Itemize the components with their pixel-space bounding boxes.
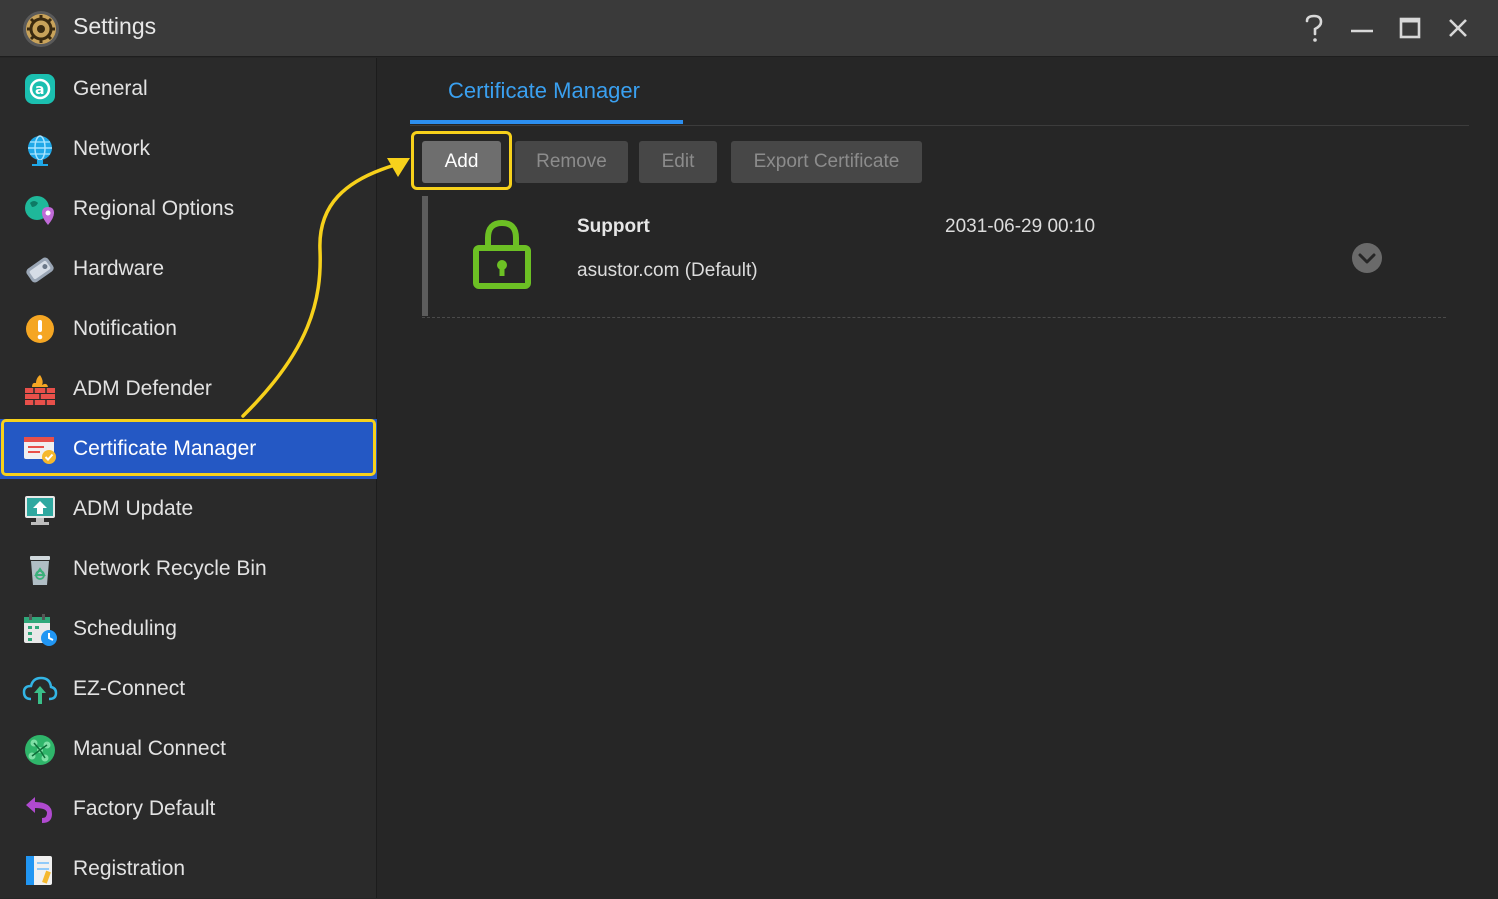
sidebar: a General Network Regional Options Hardw…: [0, 58, 377, 898]
edit-button[interactable]: Edit: [639, 141, 717, 183]
sidebar-item-regional-options[interactable]: Regional Options: [0, 179, 377, 239]
minimize-icon[interactable]: [1346, 12, 1378, 44]
sidebar-item-label: Registration: [73, 857, 186, 880]
undo-icon: [22, 793, 58, 827]
notification-icon: [22, 313, 58, 347]
update-icon: [22, 493, 58, 527]
calendar-icon: [22, 613, 58, 647]
add-button[interactable]: Add: [422, 141, 501, 183]
certificate-row[interactable]: Support asustor.com (Default) 2031-06-29…: [422, 196, 1446, 318]
settings-gear-icon: [22, 10, 60, 48]
sidebar-item-label: Manual Connect: [73, 737, 226, 760]
tab-certificate-manager[interactable]: Certificate Manager: [410, 58, 683, 124]
sidebar-item-certificate-manager[interactable]: Certificate Manager: [0, 419, 377, 479]
tab-divider: [410, 125, 1469, 126]
help-icon[interactable]: [1298, 12, 1330, 44]
sidebar-item-label: Regional Options: [73, 197, 235, 220]
sidebar-item-network-recycle-bin[interactable]: Network Recycle Bin: [0, 539, 377, 599]
cloud-icon: [22, 673, 58, 707]
window-title: Settings: [73, 13, 157, 39]
sidebar-item-adm-defender[interactable]: ADM Defender: [0, 359, 377, 419]
general-icon: a: [22, 73, 58, 107]
remove-button[interactable]: Remove: [515, 141, 628, 183]
sidebar-item-label: Certificate Manager: [73, 437, 257, 460]
export-certificate-button[interactable]: Export Certificate: [731, 141, 922, 183]
recycle-bin-icon: [22, 553, 58, 587]
sidebar-item-ez-connect[interactable]: EZ-Connect: [0, 659, 377, 719]
sidebar-item-label: Hardware: [73, 257, 165, 280]
sidebar-item-network[interactable]: Network: [0, 119, 377, 179]
tab-label: Certificate Manager: [448, 78, 640, 103]
sidebar-item-label: ADM Update: [73, 497, 194, 520]
sidebar-item-factory-default[interactable]: Factory Default: [0, 779, 377, 839]
sidebar-item-notification[interactable]: Notification: [0, 299, 377, 359]
sidebar-item-label: Scheduling: [73, 617, 177, 640]
certificate-name: Support: [577, 216, 650, 237]
regional-icon: [22, 193, 58, 227]
firewall-icon: [22, 373, 58, 407]
certificate-expiry: 2031-06-29 00:10: [945, 216, 1096, 237]
settings-window: Settings a General Network Regional Opti…: [0, 0, 1498, 898]
row-indicator: [422, 196, 428, 316]
chevron-down-icon[interactable]: [1351, 242, 1383, 274]
tab-active-indicator: [410, 120, 683, 124]
sidebar-item-label: ADM Defender: [73, 377, 212, 400]
sidebar-item-label: General: [73, 77, 148, 100]
registration-icon: [22, 853, 58, 887]
globe-icon: [22, 133, 58, 167]
connect-icon: [22, 733, 58, 767]
close-icon[interactable]: [1442, 12, 1474, 44]
sidebar-item-adm-update[interactable]: ADM Update: [0, 479, 377, 539]
certificate-domain: asustor.com (Default): [577, 260, 758, 281]
lock-icon: [472, 218, 532, 290]
sidebar-item-label: Notification: [73, 317, 177, 340]
sidebar-item-label: Factory Default: [73, 797, 216, 820]
main-panel: Certificate Manager Add Remove Edit Expo…: [378, 58, 1498, 898]
certificate-icon: [22, 433, 58, 467]
sidebar-item-hardware[interactable]: Hardware: [0, 239, 377, 299]
sidebar-item-registration[interactable]: Registration: [0, 839, 377, 899]
sidebar-item-scheduling[interactable]: Scheduling: [0, 599, 377, 659]
sidebar-item-label: EZ-Connect: [73, 677, 186, 700]
sidebar-item-general[interactable]: a General: [0, 59, 377, 119]
sidebar-item-label: Network: [73, 137, 151, 160]
title-bar: Settings: [0, 0, 1498, 57]
sidebar-item-label: Network Recycle Bin: [73, 557, 267, 580]
sidebar-item-manual-connect[interactable]: Manual Connect: [0, 719, 377, 779]
maximize-icon[interactable]: [1394, 12, 1426, 44]
hardware-icon: [22, 253, 58, 287]
svg-text:a: a: [35, 82, 44, 98]
